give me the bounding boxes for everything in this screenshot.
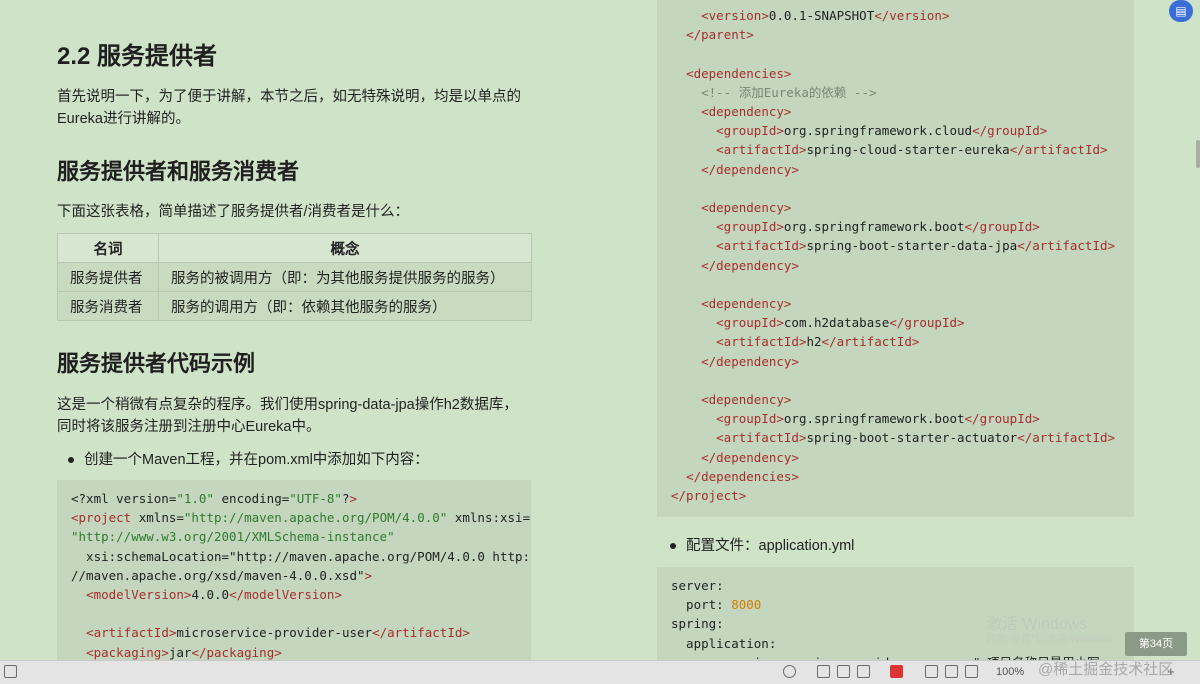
bullet-config: 配置文件：application.yml: [670, 535, 854, 557]
table-row: 服务消费者 服务的调用方（即：依赖其他服务的服务）: [57, 291, 532, 321]
code-line: <!-- 添加Eureka的依赖 -->: [671, 84, 877, 100]
code-line: <artifactId>spring-boot-starter-actuator…: [716, 430, 1116, 446]
code-line: "http://www.w3.org/2001/XMLSchema-instan…: [71, 529, 395, 545]
subheading-code-example: 服务提供者代码示例: [57, 351, 256, 376]
code-line: </parent>: [686, 27, 754, 43]
eye-icon[interactable]: [783, 665, 796, 678]
code-line: <artifactId>microservice-provider-user</…: [86, 625, 470, 641]
left-page: 2.2 服务提供者 首先说明一下，为了便于讲解，本节之后，如无特殊说明，均是以单…: [0, 0, 630, 660]
table-cell: 服务的被调用方（即：为其他服务提供服务的服务）: [158, 262, 532, 292]
page-number-badge: 第34页: [1125, 632, 1187, 656]
fit-width-icon[interactable]: [925, 665, 938, 678]
intro-paragraph: 首先说明一下，为了便于讲解，本节之后，如无特殊说明，均是以单点的Eureka进行…: [57, 89, 521, 127]
code-line: <modelVersion>4.0.0</modelVersion>: [86, 587, 342, 603]
code-line: <groupId>org.springframework.cloud</grou…: [716, 123, 1048, 139]
code-block-pom-continued: <version>0.0.1-SNAPSHOT</version> </pare…: [657, 0, 1134, 517]
rotate-icon[interactable]: [965, 665, 978, 678]
zoom-level[interactable]: 100%: [996, 665, 1024, 679]
table-cell: 服务提供者: [57, 262, 159, 292]
code-line: </dependency>: [701, 353, 799, 369]
two-page-icon[interactable]: [857, 665, 870, 678]
table-header-concept: 概念: [158, 233, 532, 263]
table-header-row: 名词 概念: [57, 233, 532, 263]
site-watermark: @稀土掘金技术社区: [1038, 661, 1174, 678]
code-line: <dependency>: [701, 200, 792, 216]
bullet-dot: [670, 543, 676, 550]
code-line: <artifactId>h2</artifactId>: [716, 334, 920, 350]
code-line: <version>0.0.1-SNAPSHOT</version>: [701, 8, 950, 23]
code-line: </dependency>: [701, 161, 799, 177]
code-line: <dependency>: [701, 392, 792, 408]
code-line: xsi:schemaLocation="http://maven.apache.…: [71, 548, 531, 564]
code-line: //maven.apache.org/xsd/maven-4.0.0.xsd">: [71, 567, 373, 583]
document-icon: ▤: [1175, 4, 1187, 18]
code-line: <artifactId>spring-cloud-starter-eureka<…: [716, 142, 1108, 158]
table-intro-paragraph: 下面这张表格，简单描述了服务提供者/消费者是什么：: [57, 204, 410, 220]
bullet-maven-text: 创建一个Maven工程，并在pom.xml中添加如下内容：: [84, 452, 429, 468]
bullet-config-text: 配置文件：application.yml: [686, 538, 855, 554]
code-line: <dependency>: [701, 104, 792, 120]
code-line: <packaging>jar</packaging>: [86, 644, 282, 660]
play-icon[interactable]: [890, 665, 903, 678]
code-line: <groupId>org.springframework.boot</group…: [716, 411, 1040, 427]
fit-page-icon[interactable]: [945, 665, 958, 678]
activation-watermark-subtitle: 转到"设置"以激活 Windows: [986, 633, 1113, 645]
code-line: server:: [671, 578, 724, 593]
subheading-provider-consumer: 服务提供者和服务消费者: [57, 159, 300, 184]
code-line: <?xml version="1.0" encoding="UTF-8"?>: [71, 491, 358, 506]
document-tool-button[interactable]: ▤: [1169, 0, 1193, 22]
status-bar: 100% +: [0, 660, 1200, 684]
side-panel-handle[interactable]: [1196, 140, 1200, 168]
code-line: </project>: [671, 488, 747, 504]
code-line: <groupId>org.springframework.boot</group…: [716, 219, 1040, 235]
layout-icon[interactable]: [4, 665, 17, 678]
section-heading: 2.2 服务提供者: [57, 43, 218, 70]
continuous-page-icon[interactable]: [837, 665, 850, 678]
table-cell: 服务的调用方（即：依赖其他服务的服务）: [158, 291, 532, 321]
code-line: <groupId>com.h2database</groupId>: [716, 315, 965, 331]
code-line: <dependency>: [701, 296, 792, 312]
code-line: <artifactId>spring-boot-starter-data-jpa…: [716, 238, 1116, 254]
table-row: 服务提供者 服务的被调用方（即：为其他服务提供服务的服务）: [57, 262, 532, 292]
table-cell: 服务消费者: [57, 291, 159, 321]
concept-table: 名词 概念 服务提供者 服务的被调用方（即：为其他服务提供服务的服务） 服务消费…: [57, 233, 532, 321]
table-header-term: 名词: [57, 233, 159, 263]
code-line: <project xmlns="http://maven.apache.org/…: [71, 510, 531, 526]
bullet-dot: [68, 457, 74, 464]
code-line: </dependency>: [701, 257, 799, 273]
code-line: <dependencies>: [686, 65, 792, 81]
bullet-maven: 创建一个Maven工程，并在pom.xml中添加如下内容：: [68, 449, 429, 471]
single-page-icon[interactable]: [817, 665, 830, 678]
program-description: 这是一个稍微有点复杂的程序。我们使用spring-data-jpa操作h2数据库…: [57, 397, 518, 435]
code-line: </dependency>: [701, 449, 799, 465]
code-block-pom-start: <?xml version="1.0" encoding="UTF-8"?> <p…: [57, 480, 531, 660]
code-line: </dependencies>: [686, 468, 799, 484]
